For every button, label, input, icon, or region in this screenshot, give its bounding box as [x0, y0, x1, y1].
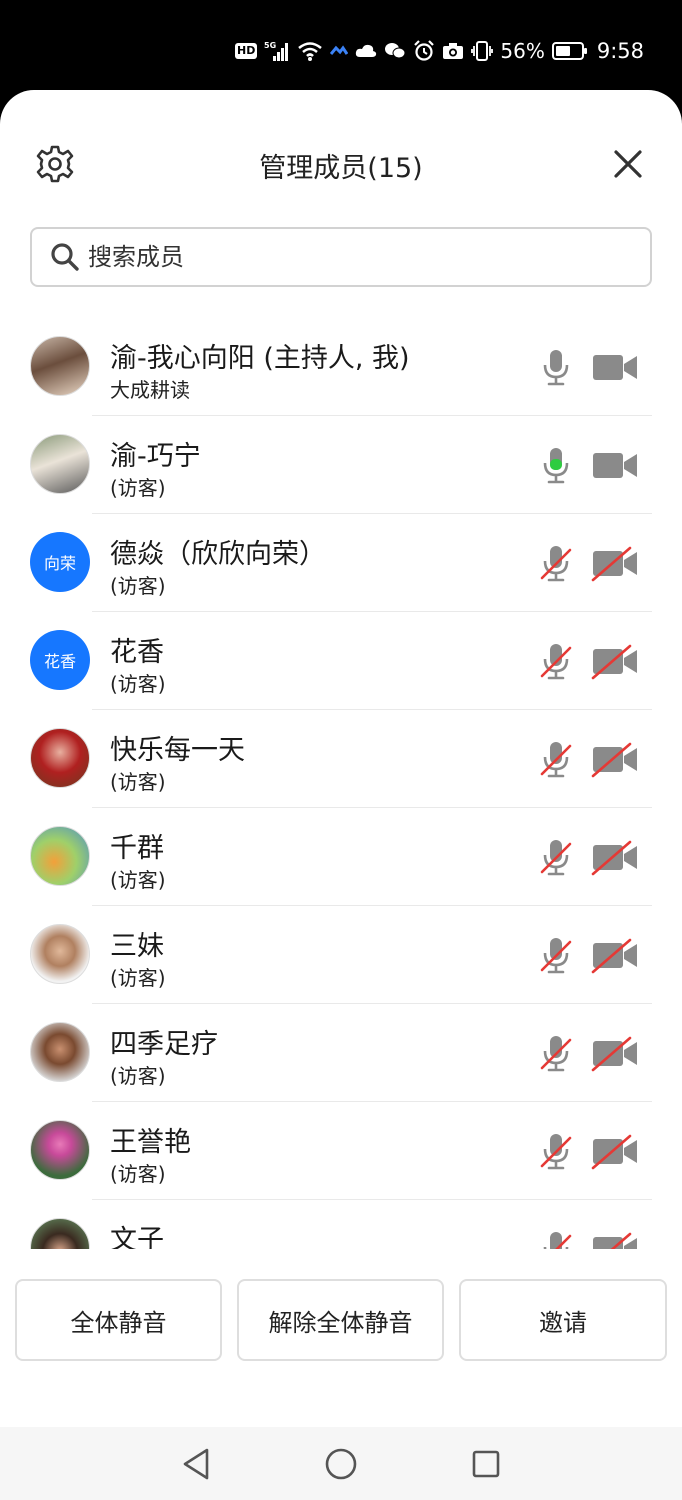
- mic-icon[interactable]: [538, 346, 574, 388]
- member-name: 快乐每一天: [110, 735, 245, 766]
- svg-text:5G: 5G: [264, 41, 276, 50]
- avatar: [30, 336, 90, 396]
- nav-back-button[interactable]: [176, 1445, 216, 1483]
- member-name: 花香: [110, 637, 164, 668]
- wechat-icon: [384, 42, 406, 60]
- action-bar: 全体静音 解除全体静音 邀请: [0, 1279, 682, 1361]
- camera-status-icon: [442, 42, 464, 60]
- system-nav-bar: [0, 1427, 682, 1500]
- avatar: [30, 1218, 90, 1249]
- camera-off-icon[interactable]: [590, 544, 640, 582]
- member-name: 王誉艳: [110, 1127, 191, 1158]
- status-icons: HD 5G 56% 9:58: [235, 36, 644, 66]
- camera-off-icon[interactable]: [590, 740, 640, 778]
- mic-muted-icon[interactable]: [538, 738, 574, 780]
- member-role: (访客): [110, 1162, 166, 1186]
- status-bar: HD 5G 56% 9:58: [0, 0, 682, 100]
- camera-off-icon[interactable]: [590, 1230, 640, 1249]
- cloud-icon: [355, 43, 377, 59]
- nav-home-button[interactable]: [321, 1445, 361, 1483]
- member-row[interactable]: 四季足疗 (访客): [0, 1004, 682, 1102]
- wifi-icon: [297, 40, 323, 62]
- camera-off-icon[interactable]: [590, 838, 640, 876]
- member-role: (访客): [110, 966, 166, 990]
- close-button[interactable]: [606, 142, 650, 186]
- mic-muted-icon[interactable]: [538, 836, 574, 878]
- search-icon: [51, 243, 79, 271]
- avatar: [30, 1022, 90, 1082]
- camera-off-icon[interactable]: [590, 1132, 640, 1170]
- member-row[interactable]: 渝-巧宁 (访客): [0, 416, 682, 514]
- avatar: [30, 728, 90, 788]
- camera-off-icon[interactable]: [590, 1034, 640, 1072]
- member-role: (访客): [110, 574, 166, 598]
- member-name: 渝-我心向阳 (主持人, 我): [110, 343, 410, 374]
- member-name: 德焱（欣欣向荣）: [110, 539, 326, 570]
- camera-icon[interactable]: [590, 348, 640, 386]
- member-role: (访客): [110, 476, 166, 500]
- member-row[interactable]: 快乐每一天 (访客): [0, 710, 682, 808]
- clock: 9:58: [596, 39, 644, 63]
- mic-muted-icon[interactable]: [538, 1130, 574, 1172]
- mic-muted-icon[interactable]: [538, 542, 574, 584]
- recents-square-icon: [472, 1450, 500, 1478]
- member-role: (访客): [110, 868, 166, 892]
- sheet-header: 管理成员(15): [0, 90, 682, 230]
- signal-icon: 5G: [264, 40, 290, 62]
- manage-members-sheet: 管理成员(15) 渝-我心向阳 (主持人, 我) 大成耕读 渝-巧宁 (访客) …: [0, 90, 682, 1427]
- mic-muted-icon[interactable]: [538, 1032, 574, 1074]
- unmute-all-button[interactable]: 解除全体静音: [237, 1279, 444, 1361]
- member-name: 千群: [110, 833, 164, 864]
- back-triangle-icon: [183, 1448, 209, 1480]
- member-row[interactable]: 王誉艳 (访客): [0, 1102, 682, 1200]
- camera-icon[interactable]: [590, 446, 640, 484]
- avatar: [30, 434, 90, 494]
- battery-icon: [551, 41, 588, 61]
- mic-muted-icon[interactable]: [538, 934, 574, 976]
- mic-speaking-icon[interactable]: [538, 444, 574, 486]
- member-role: (访客): [110, 770, 166, 794]
- invite-button[interactable]: 邀请: [459, 1279, 667, 1361]
- search-input[interactable]: [88, 243, 608, 271]
- member-row[interactable]: 向荣 德焱（欣欣向荣） (访客): [0, 514, 682, 612]
- avatar: 花香: [30, 630, 90, 690]
- mute-all-button[interactable]: 全体静音: [15, 1279, 222, 1361]
- member-row[interactable]: 渝-我心向阳 (主持人, 我) 大成耕读: [0, 318, 682, 416]
- member-list: 渝-我心向阳 (主持人, 我) 大成耕读 渝-巧宁 (访客) 向荣 德焱（欣欣向…: [0, 318, 682, 1249]
- member-name: 文子: [110, 1225, 164, 1249]
- avatar: 向荣: [30, 532, 90, 592]
- alarm-icon: [413, 40, 435, 62]
- member-role: (访客): [110, 672, 166, 696]
- member-row[interactable]: 三妹 (访客): [0, 906, 682, 1004]
- camera-off-icon[interactable]: [590, 936, 640, 974]
- hd-indicator: HD: [235, 43, 258, 59]
- member-name: 三妹: [110, 931, 164, 962]
- search-box[interactable]: [30, 227, 652, 287]
- mic-muted-icon[interactable]: [538, 1228, 574, 1249]
- app-notification-icon: [330, 44, 349, 58]
- member-name: 渝-巧宁: [110, 441, 201, 472]
- member-role: 大成耕读: [110, 378, 190, 402]
- mic-muted-icon[interactable]: [538, 640, 574, 682]
- close-icon: [614, 150, 642, 178]
- avatar: [30, 1120, 90, 1180]
- battery-percent: 56%: [500, 39, 545, 63]
- vibrate-icon: [471, 41, 494, 61]
- nav-recents-button[interactable]: [466, 1445, 506, 1483]
- member-row[interactable]: 千群 (访客): [0, 808, 682, 906]
- avatar: [30, 826, 90, 886]
- page-title: 管理成员(15): [259, 153, 423, 184]
- avatar: [30, 924, 90, 984]
- member-name: 四季足疗: [110, 1029, 218, 1060]
- camera-off-icon[interactable]: [590, 642, 640, 680]
- member-row[interactable]: 花香 花香 (访客): [0, 612, 682, 710]
- home-circle-icon: [325, 1448, 357, 1480]
- member-role: (访客): [110, 1064, 166, 1088]
- member-row[interactable]: 文子: [0, 1200, 682, 1249]
